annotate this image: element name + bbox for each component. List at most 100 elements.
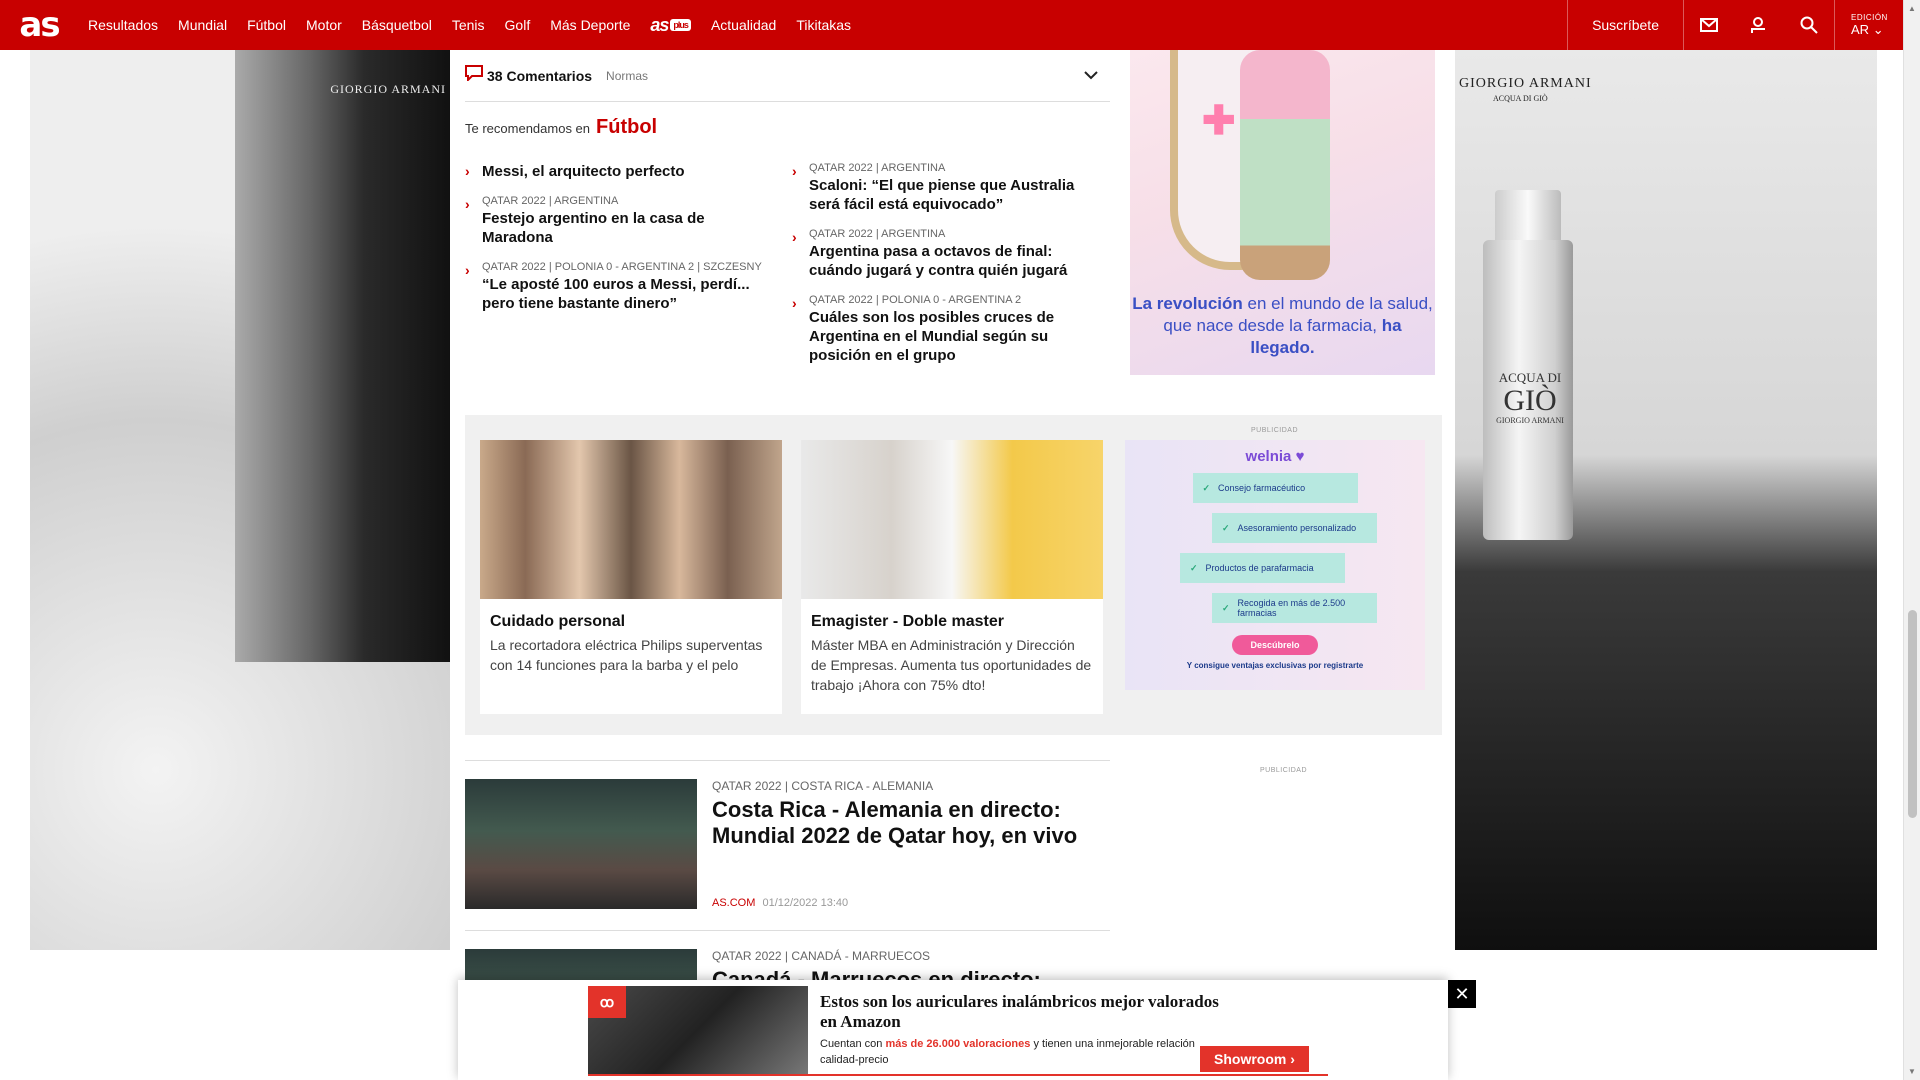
edition-label: EDICIÓN: [1851, 12, 1888, 22]
recommend-kicker: QATAR 2022 | ARGENTINA: [809, 228, 946, 240]
welnia-benefit-text: Consejo farmacéutico: [1218, 483, 1306, 493]
article-card[interactable]: QATAR 2022 | COSTA RICA - ALEMANIA Costa…: [465, 760, 1110, 930]
bottle-label: ACQUA DI GIÒ GIORGIO ARMANI: [1495, 370, 1565, 425]
article-date: 01/12/2022: [762, 897, 818, 909]
promo-card[interactable]: Cuidado personal La recortadora eléctric…: [480, 440, 782, 714]
chevron-right-icon: ›: [792, 295, 797, 311]
mail-icon[interactable]: [1684, 0, 1734, 50]
chevron-down-icon[interactable]: [1084, 67, 1098, 85]
floating-ad-title[interactable]: Estos son los auriculares inalámbricos m…: [820, 992, 1240, 1032]
welnia-logo-text: welnia: [1245, 448, 1292, 465]
user-icon[interactable]: [1734, 0, 1784, 50]
nav-item-tikitakas[interactable]: Tikitakas: [786, 0, 861, 50]
edition-code: AR: [1851, 21, 1870, 37]
comments-count[interactable]: 38 Comentarios: [487, 68, 592, 84]
recommend-item[interactable]: › QATAR 2022 | ARGENTINA Argentina pasa …: [792, 228, 1092, 280]
recommend-item[interactable]: › Messi, el arquitecto perfecto: [465, 162, 770, 181]
sponsored-block: Cuidado personal La recortadora eléctric…: [465, 415, 1442, 735]
recommend-section[interactable]: Fútbol: [596, 116, 657, 139]
check-icon: ✓: [1222, 602, 1230, 613]
as-logo[interactable]: as: [0, 0, 78, 50]
recommend-headline[interactable]: Argentina pasa a octavos de final: cuánd…: [809, 242, 1092, 280]
chevron-right-icon: ›: [792, 229, 797, 245]
welnia-benefit: ✓ Consejo farmacéutico: [1192, 473, 1358, 503]
check-icon: ✓: [1202, 482, 1211, 493]
edition-selector[interactable]: EDICIÓN AR ⌄: [1835, 0, 1903, 50]
main-content: 38 Comentarios Normas Te recomendamos en…: [450, 50, 1455, 1080]
welnia-ad[interactable]: welnia ♥ ✓ Consejo farmacéutico ✓ Asesoram…: [1125, 440, 1425, 690]
welnia-cta-button[interactable]: Descúbrelo: [1232, 635, 1318, 655]
ad-brand-right-sub: ACQUA DI GIÒ: [1493, 94, 1548, 103]
comments-rules-link[interactable]: Normas: [606, 69, 648, 83]
recommend-item[interactable]: › QATAR 2022 | POLONIA 0 - ARGENTINA 2 C…: [792, 294, 1092, 365]
nav-item-motor[interactable]: Motor: [296, 0, 352, 50]
promo-card[interactable]: Emagister - Doble master Máster MBA en A…: [801, 440, 1103, 714]
search-icon[interactable]: [1784, 0, 1834, 50]
publicidad-label: PUBLICIDAD: [1251, 427, 1299, 434]
nutritionist-image: [801, 440, 1103, 599]
article-headline[interactable]: Costa Rica - Alemania en directo: Mundia…: [712, 797, 1102, 849]
article-thumbnail[interactable]: [465, 779, 697, 909]
welnia-benefit: ✓ Productos de parafarmacia: [1180, 553, 1345, 583]
nav-item-resultados[interactable]: Resultados: [78, 0, 168, 50]
nav-item-basquetbol[interactable]: Básquetbol: [352, 0, 442, 50]
ad-brand-right: GIORGIO ARMANI: [1459, 76, 1592, 91]
article-kicker: QATAR 2022 | CANADÁ - MARRUECOS: [712, 949, 931, 963]
floating-ad-desc-pre: Cuentan con: [820, 1038, 883, 1050]
welnia-benefit-text: Asesoramiento personalizado: [1237, 523, 1357, 533]
recommend-headline[interactable]: Festejo argentino en la casa de Maradona: [482, 209, 770, 247]
welnia-benefit-text: Recogida en más de 2.500 farmacias: [1237, 598, 1346, 618]
recommend-item[interactable]: › QATAR 2022 | ARGENTINA Scaloni: “El qu…: [792, 162, 1092, 214]
subscribe-link[interactable]: Suscríbete: [1568, 17, 1683, 33]
chevron-right-icon: ›: [465, 262, 470, 278]
bottle-label-line3: GIORGIO ARMANI: [1496, 416, 1564, 425]
article-kicker: QATAR 2022 | COSTA RICA - ALEMANIA: [712, 779, 934, 793]
publicidad-label: PUBLICIDAD: [1260, 767, 1308, 774]
recommend-kicker: QATAR 2022 | ARGENTINA: [482, 195, 619, 207]
nav-item-as-plus[interactable]: as plus: [640, 0, 701, 50]
recommend-column-left: › Messi, el arquitecto perfecto › QATAR …: [465, 162, 770, 327]
grooming-image: [480, 440, 782, 599]
page-scrollbar[interactable]: ▲ ▼: [1903, 0, 1920, 1080]
promo-description: La recortadora eléctrica Philips superve…: [490, 637, 763, 673]
promo-description: Máster MBA en Administración y Dirección…: [811, 637, 1092, 693]
floating-ad[interactable]: ꝏ Estos son los auriculares inalámbricos…: [458, 980, 1476, 1080]
nav-item-mas-deporte[interactable]: Más Deporte: [540, 0, 640, 50]
scrollbar-thumb[interactable]: [1908, 610, 1917, 818]
recommend-headline[interactable]: “Le aposté 100 euros a Messi, perdí... p…: [482, 275, 770, 313]
bottle-label-line2: GIÒ: [1503, 384, 1557, 417]
main-menu: Resultados Mundial Fútbol Motor Básquetb…: [78, 0, 861, 50]
recommend-item[interactable]: › QATAR 2022 | POLONIA 0 - ARGENTINA 2 |…: [465, 261, 770, 313]
background-ad-right[interactable]: GIORGIO ARMANI ACQUA DI GIÒ ACQUA DI GIÒ…: [1455, 50, 1877, 950]
chevron-right-icon: ›: [465, 163, 470, 179]
pharmacy-ad-banner[interactable]: ✚ La revolución en el mundo de la salud,…: [1130, 50, 1435, 375]
edition-value: AR ⌄: [1851, 22, 1903, 38]
heart-icon: ♥: [1295, 448, 1305, 465]
recommend-column-right: › QATAR 2022 | ARGENTINA Scaloni: “El qu…: [792, 162, 1092, 379]
nav-item-golf[interactable]: Golf: [495, 0, 541, 50]
scroll-up-icon[interactable]: ▲: [1908, 4, 1916, 13]
nav-item-tenis[interactable]: Tenis: [442, 0, 495, 50]
top-navigation: as Resultados Mundial Fútbol Motor Básqu…: [0, 0, 1903, 50]
promo-title[interactable]: Emagister - Doble master: [801, 599, 1103, 635]
showroom-button[interactable]: Showroom ›: [1200, 1046, 1309, 1072]
close-icon[interactable]: ✕: [1448, 980, 1476, 1008]
ad-brand-left: GIORGIO ARMANI: [330, 82, 446, 96]
nav-item-actualidad[interactable]: Actualidad: [701, 0, 786, 50]
welnia-benefit: ✓ Recogida en más de 2.500 farmacias: [1212, 593, 1377, 623]
recommend-headline[interactable]: Scaloni: “El que piense que Australia se…: [809, 176, 1092, 214]
as-plus-badge: plus: [670, 19, 691, 31]
nav-item-mundial[interactable]: Mundial: [168, 0, 237, 50]
comments-bar[interactable]: 38 Comentarios Normas: [465, 50, 1110, 102]
welnia-benefit: ✓ Asesoramiento personalizado: [1212, 513, 1377, 543]
nav-item-futbol[interactable]: Fútbol: [237, 0, 296, 50]
recommend-headline[interactable]: Messi, el arquitecto perfecto: [482, 162, 770, 181]
armani-ad-photo-left[interactable]: GIORGIO ARMANI: [235, 50, 450, 662]
recommend-heading: Te recomendamos en Fútbol: [465, 116, 657, 139]
recommend-item[interactable]: › QATAR 2022 | ARGENTINA Festejo argenti…: [465, 195, 770, 247]
promo-title[interactable]: Cuidado personal: [480, 599, 782, 635]
pharmacy-ad-text-lead: La revolución: [1132, 294, 1243, 313]
scroll-down-icon[interactable]: ▼: [1908, 1067, 1916, 1076]
article-time: 13:40: [820, 897, 849, 909]
recommend-headline[interactable]: Cuáles son los posibles cruces de Argent…: [809, 308, 1092, 365]
